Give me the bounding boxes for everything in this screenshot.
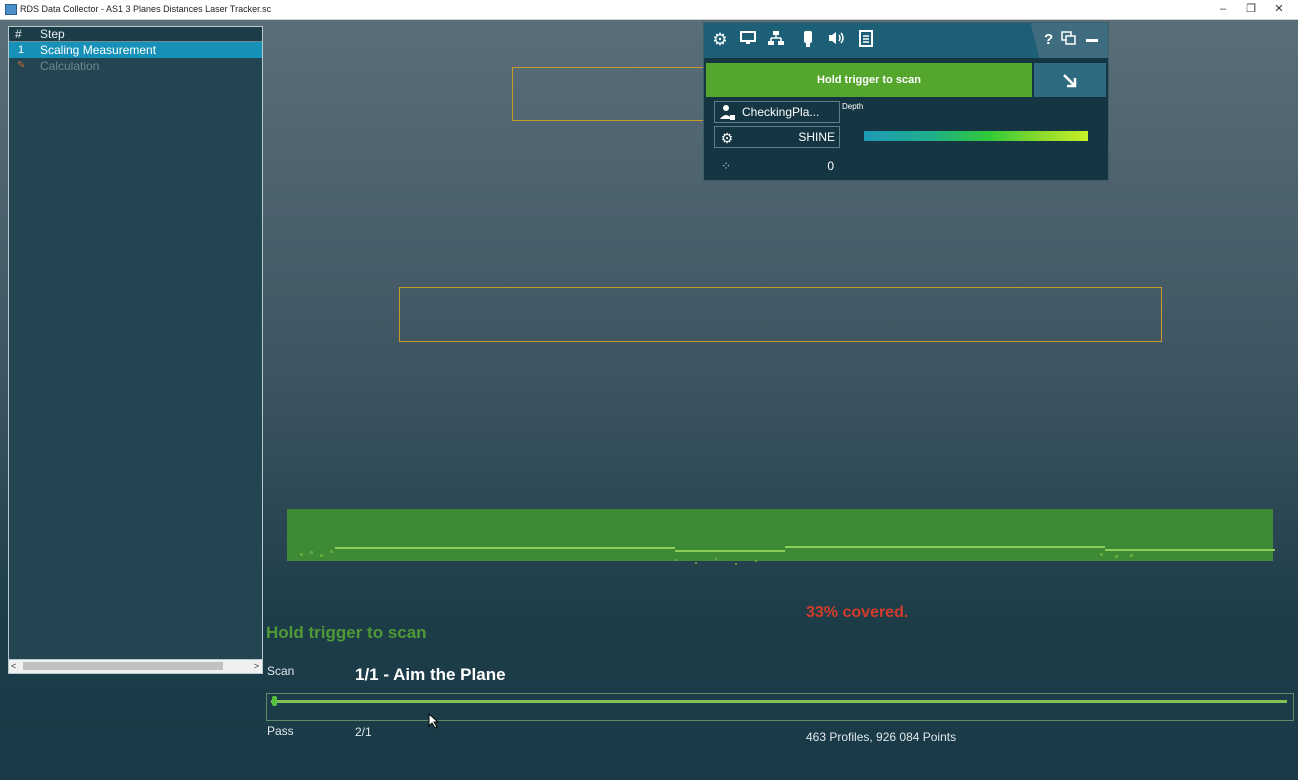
step-number: 1 <box>18 44 25 56</box>
scanner-toolbar: ⚙ ? <box>704 23 1108 58</box>
coverage-status: 33% covered. <box>806 604 909 621</box>
network-icon[interactable] <box>766 30 786 50</box>
points-count: 463 Profiles, 926 084 Points <box>806 730 957 744</box>
profile-value: CheckingPla... <box>742 105 820 119</box>
hold-trigger-button[interactable]: Hold trigger to scan <box>706 63 1032 97</box>
hold-trigger-message: Hold trigger to scan <box>266 623 427 642</box>
gear-icon[interactable]: ⚙ <box>710 30 730 50</box>
progress-track <box>271 700 1287 703</box>
monitor-icon[interactable] <box>738 30 758 50</box>
profile-icon <box>718 103 736 126</box>
scan-title: 1/1 - Aim the Plane <box>355 665 506 684</box>
step-item-scaling-measurement[interactable]: 1 Scaling Measurement <box>9 42 262 58</box>
scroll-left-button[interactable]: < <box>11 660 16 673</box>
scan-point-cloud <box>300 546 1275 565</box>
step-list-panel: # Step 1 Scaling Measurement ✎ Calculati… <box>8 26 263 674</box>
step-label: Scaling Measurement <box>40 43 157 57</box>
calculation-icon: ✎ <box>17 60 26 71</box>
scanner-icon[interactable] <box>798 30 818 50</box>
mouse-cursor-icon <box>428 713 440 729</box>
step-name-header: Step <box>40 27 65 41</box>
profile-selector[interactable]: CheckingPla... <box>714 101 840 123</box>
scroll-right-button[interactable]: > <box>254 660 259 673</box>
scan-label: Scan <box>267 664 295 678</box>
scan-progress[interactable] <box>266 693 1294 721</box>
scanner-control-panel: ⚙ ? Hold trigger to scan CheckingPla... … <box>703 22 1109 181</box>
point-count-value: 0 <box>827 159 834 173</box>
step-list-header: # Step <box>9 27 262 42</box>
plane-target-frame <box>399 287 1162 342</box>
progress-handle[interactable] <box>272 696 277 706</box>
step-number-header: # <box>15 27 22 41</box>
expand-arrow-icon[interactable] <box>1034 63 1106 97</box>
app-icon <box>5 4 17 15</box>
help-button[interactable]: ? <box>1044 30 1053 50</box>
settings-gear-icon: ⚙ <box>720 130 734 146</box>
pass-label: Pass <box>267 724 294 738</box>
viewport: # Step 1 Scaling Measurement ✎ Calculati… <box>0 20 1298 780</box>
point-count-display: ⁘ 0 <box>714 156 838 176</box>
depth-label: Depth <box>842 102 864 111</box>
depth-gradient-bar <box>864 131 1088 141</box>
horizontal-scrollbar[interactable]: < > <box>9 659 262 673</box>
restore-icon[interactable] <box>1059 30 1079 50</box>
step-label: Calculation <box>40 59 100 73</box>
scroll-thumb[interactable] <box>23 662 223 670</box>
pass-value: 2/1 <box>355 725 372 739</box>
maximize-button[interactable]: ❐ <box>1238 1 1264 17</box>
sound-icon[interactable] <box>826 30 846 50</box>
surface-value: SHINE <box>798 130 835 144</box>
points-icon: ⁘ <box>721 159 732 173</box>
close-button[interactable]: ✕ <box>1266 1 1292 17</box>
surface-selector[interactable]: ⚙ SHINE <box>714 126 840 148</box>
minimize-icon[interactable] <box>1082 30 1102 50</box>
window-title: RDS Data Collector - AS1 3 Planes Distan… <box>20 4 272 14</box>
minimize-button[interactable]: – <box>1210 1 1236 17</box>
log-icon[interactable] <box>856 30 876 50</box>
step-item-calculation[interactable]: ✎ Calculation <box>9 58 262 74</box>
plane-target-frame <box>512 67 714 121</box>
title-bar: RDS Data Collector - AS1 3 Planes Distan… <box>0 0 1298 20</box>
